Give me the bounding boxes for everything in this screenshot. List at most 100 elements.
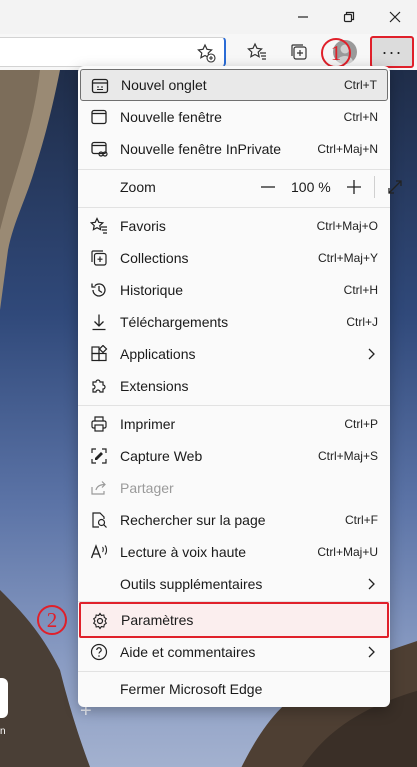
menu-item-label: Téléchargements [120, 314, 229, 330]
print-icon [91, 416, 107, 432]
chevron-right-icon [368, 348, 375, 360]
menu-item-shortcut: Ctrl+Maj+U [317, 545, 378, 559]
menu-item-label: Lecture à voix haute [120, 544, 247, 560]
menu-item-print[interactable]: Imprimer Ctrl+P [80, 408, 388, 440]
menu-item-label: Collections [120, 250, 189, 266]
menu-item-shortcut: Ctrl+Maj+N [317, 142, 378, 156]
menu-separator [78, 169, 390, 170]
zoom-divider [374, 176, 375, 198]
add-favorite-icon[interactable] [196, 43, 216, 63]
background-tile-label: n [0, 726, 6, 737]
menu-item-zoom: Zoom 100 % [80, 171, 402, 203]
menu-item-shortcut: Ctrl+H [343, 283, 378, 297]
zoom-label: Zoom [120, 179, 156, 195]
minimize-button[interactable] [280, 2, 326, 32]
new-tab-icon [91, 78, 109, 94]
collections-icon [91, 250, 107, 266]
menu-item-label: Outils supplémentaires [120, 576, 263, 592]
fullscreen-icon[interactable] [386, 178, 404, 196]
menu-separator [78, 671, 390, 672]
menu-item-label: Paramètres [121, 612, 194, 628]
menu-item-label: Nouvelle fenêtre InPrivate [120, 141, 282, 157]
menu-item-more-tools[interactable]: Outils supplémentaires [80, 568, 388, 600]
read-aloud-icon [90, 544, 108, 559]
menu-separator [78, 405, 390, 406]
menu-item-label: Imprimer [120, 416, 176, 432]
favorites-icon [90, 217, 107, 234]
menu-item-collections[interactable]: Collections Ctrl+Maj+Y [80, 242, 388, 274]
settings-icon [92, 612, 108, 630]
download-icon [92, 314, 106, 331]
zoom-level: 100 % [291, 179, 331, 195]
step-2-number: 2 [46, 607, 58, 632]
menu-item-label: Partager [120, 480, 174, 496]
menu-item-label: Capture Web [120, 448, 203, 464]
menu-item-label: Nouvelle fenêtre [120, 109, 222, 125]
collections-icon [291, 44, 307, 60]
menu-item-label: Rechercher sur la page [120, 512, 266, 528]
apps-icon [91, 345, 108, 362]
menu-item-favorites[interactable]: Favoris Ctrl+Maj+O [80, 210, 388, 242]
favorites-icon [247, 42, 266, 60]
restore-button[interactable] [326, 2, 372, 32]
menu-item-shortcut: Ctrl+N [343, 110, 378, 124]
menu-item-read-aloud[interactable]: Lecture à voix haute Ctrl+Maj+U [80, 536, 388, 568]
minimize-icon [298, 16, 308, 18]
menu-item-downloads[interactable]: Téléchargements Ctrl+J [80, 306, 388, 338]
step-1-number: 1 [330, 40, 342, 65]
menu-item-label: Fermer Microsoft Edge [120, 681, 263, 697]
menu-item-share: Partager [80, 472, 388, 504]
menu-item-label: Historique [120, 282, 184, 298]
menu-item-extensions[interactable]: Extensions [80, 370, 388, 402]
menu-item-shortcut: Ctrl+T [344, 78, 377, 92]
find-icon [92, 512, 107, 528]
menu-item-label: Aide et commentaires [120, 644, 256, 660]
step-2-callout: 2 [37, 605, 67, 635]
menu-item-label: Applications [120, 346, 196, 362]
menu-item-new-window[interactable]: Nouvelle fenêtre Ctrl+N [80, 101, 388, 133]
new-window-icon [91, 109, 107, 125]
menu-item-shortcut: Ctrl+F [345, 513, 378, 527]
zoom-in-button[interactable] [346, 178, 362, 196]
menu-item-apps[interactable]: Applications [80, 338, 388, 370]
menu-item-new-inprivate-window[interactable]: Nouvelle fenêtre InPrivate Ctrl+Maj+N [80, 133, 388, 165]
settings-and-more-button[interactable]: ··· [370, 36, 414, 68]
menu-item-shortcut: Ctrl+Maj+S [317, 449, 378, 463]
menu-item-close-edge[interactable]: Fermer Microsoft Edge [80, 673, 388, 705]
restore-icon [343, 11, 355, 23]
close-icon [389, 11, 401, 23]
more-icon: ··· [381, 41, 403, 62]
menu-item-new-tab[interactable]: Nouvel onglet Ctrl+T [80, 69, 388, 101]
menu-separator [78, 207, 390, 208]
address-bar[interactable] [0, 37, 226, 67]
extensions-icon [92, 379, 106, 393]
menu-item-shortcut: Ctrl+Maj+Y [317, 251, 378, 265]
menu-item-history[interactable]: Historique Ctrl+H [80, 274, 388, 306]
menu-item-shortcut: Ctrl+Maj+O [316, 219, 378, 233]
close-button[interactable] [372, 2, 417, 32]
menu-item-settings[interactable]: Paramètres [79, 602, 389, 638]
inprivate-icon [91, 141, 108, 157]
settings-and-more-menu: Nouvel onglet Ctrl+T Nouvelle fenêtre Ct… [78, 66, 402, 707]
menu-item-label: Extensions [120, 378, 189, 394]
menu-item-label: Nouvel onglet [121, 77, 207, 93]
web-capture-icon [91, 448, 107, 464]
step-1-callout: 1 [321, 38, 351, 68]
menu-item-shortcut: Ctrl+P [344, 417, 378, 431]
favorites-button[interactable] [242, 37, 272, 67]
help-icon [90, 643, 108, 661]
history-icon [91, 283, 106, 297]
menu-item-web-capture[interactable]: Capture Web Ctrl+Maj+S [80, 440, 388, 472]
background-rock-left [0, 70, 90, 767]
chevron-right-icon [368, 578, 375, 590]
background-tile[interactable] [0, 678, 8, 718]
zoom-out-button[interactable] [260, 178, 276, 196]
collections-button[interactable] [284, 37, 314, 67]
browser-toolbar: ··· [0, 34, 417, 70]
menu-item-shortcut: Ctrl+J [346, 315, 378, 329]
menu-item-find-on-page[interactable]: Rechercher sur la page Ctrl+F [80, 504, 388, 536]
share-icon [91, 481, 106, 495]
menu-item-label: Favoris [120, 218, 166, 234]
chevron-right-icon [368, 646, 375, 658]
menu-item-help-feedback[interactable]: Aide et commentaires [80, 636, 388, 668]
